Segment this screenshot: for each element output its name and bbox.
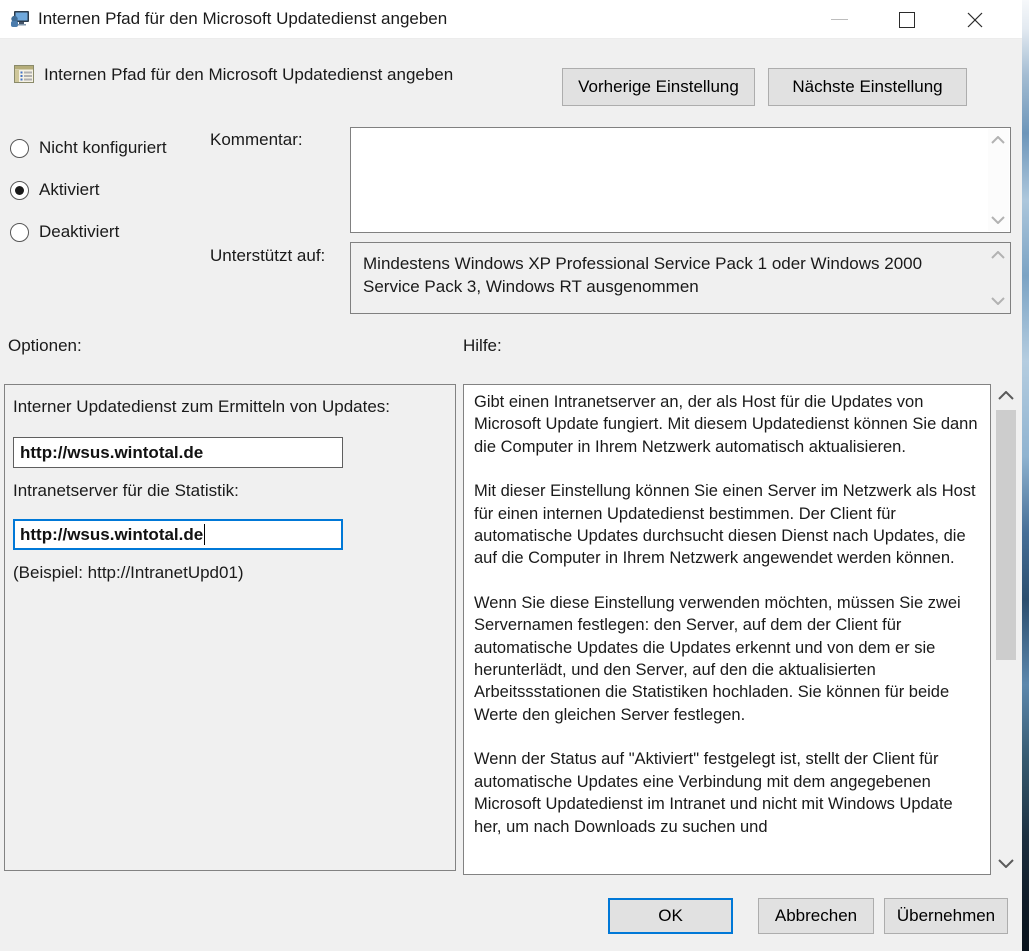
example-label: (Beispiel: http://IntranetUpd01) <box>13 563 244 582</box>
radio-disabled[interactable]: Deaktiviert <box>10 221 119 243</box>
titlebar: Internen Pfad für den Microsoft Updatedi… <box>0 0 1022 39</box>
policy-setting-icon <box>14 65 34 83</box>
supported-on-label: Unterstützt auf: <box>210 246 326 265</box>
close-button[interactable] <box>952 0 998 39</box>
radio-not-configured[interactable]: Nicht konfiguriert <box>10 137 167 159</box>
radio-circle-icon <box>10 180 29 200</box>
policy-dialog-window: Internen Pfad für den Microsoft Updatedi… <box>0 0 1022 951</box>
scroll-down-icon <box>991 216 1005 224</box>
window-title: Internen Pfad für den Microsoft Updatedi… <box>38 9 448 28</box>
maximize-button[interactable] <box>884 0 930 39</box>
minimize-icon <box>830 19 848 20</box>
radio-enabled[interactable]: Aktiviert <box>10 179 99 201</box>
radio-circle-icon <box>10 138 29 158</box>
text-caret <box>204 524 206 545</box>
supported-scrollbar[interactable] <box>988 244 1009 312</box>
policy-computer-icon <box>11 11 29 27</box>
statistics-server-label: Intranetserver für die Statistik: <box>13 481 239 500</box>
scrollbar-thumb[interactable] <box>996 410 1016 660</box>
supported-on-value: Mindestens Windows XP Professional Servi… <box>363 254 923 296</box>
statistics-server-input[interactable]: http://wsus.wintotal.de <box>13 519 343 550</box>
supported-on-box: Mindestens Windows XP Professional Servi… <box>350 242 1011 314</box>
statistics-server-value: http://wsus.wintotal.de <box>20 524 204 544</box>
options-panel: Interner Updatedienst zum Ermitteln von … <box>4 384 456 871</box>
minimize-button[interactable] <box>816 0 862 39</box>
update-service-input[interactable]: http://wsus.wintotal.de <box>13 437 343 468</box>
previous-setting-button[interactable]: Vorherige Einstellung <box>562 68 755 106</box>
scroll-up-icon <box>991 136 1005 144</box>
desktop-background-strip <box>1022 0 1029 951</box>
setting-title: Internen Pfad für den Microsoft Updatedi… <box>44 65 454 84</box>
radio-label: Deaktiviert <box>39 222 120 241</box>
cancel-button[interactable]: Abbrechen <box>758 898 874 934</box>
scroll-down-icon <box>998 859 1014 868</box>
scroll-down-icon <box>991 297 1005 305</box>
options-heading: Optionen: <box>8 336 82 355</box>
help-paragraph: Wenn der Status auf "Aktiviert" festgele… <box>474 750 953 836</box>
maximize-icon <box>899 11 915 28</box>
radio-label: Aktiviert <box>39 180 100 199</box>
comment-label: Kommentar: <box>210 130 303 149</box>
update-service-label: Interner Updatedienst zum Ermitteln von … <box>13 397 391 416</box>
scroll-up-icon <box>998 391 1014 400</box>
close-icon <box>967 12 983 27</box>
next-setting-button[interactable]: Nächste Einstellung <box>768 68 967 106</box>
comment-scrollbar[interactable] <box>988 129 1009 231</box>
radio-circle-icon <box>10 222 29 242</box>
help-scrollbar[interactable] <box>994 385 1018 874</box>
ok-button[interactable]: OK <box>608 898 733 934</box>
help-heading: Hilfe: <box>463 336 502 355</box>
apply-button[interactable]: Übernehmen <box>884 898 1008 934</box>
help-text-box[interactable]: Gibt einen Intranetserver an, der als Ho… <box>463 384 991 875</box>
radio-label: Nicht konfiguriert <box>39 138 167 157</box>
help-paragraph: Mit dieser Einstellung können Sie einen … <box>474 482 976 568</box>
update-service-value: http://wsus.wintotal.de <box>20 442 204 462</box>
help-paragraph: Gibt einen Intranetserver an, der als Ho… <box>474 393 978 456</box>
comment-textarea[interactable] <box>350 127 1011 233</box>
scroll-up-icon <box>991 251 1005 259</box>
help-paragraph: Wenn Sie diese Einstellung verwenden möc… <box>474 593 961 724</box>
